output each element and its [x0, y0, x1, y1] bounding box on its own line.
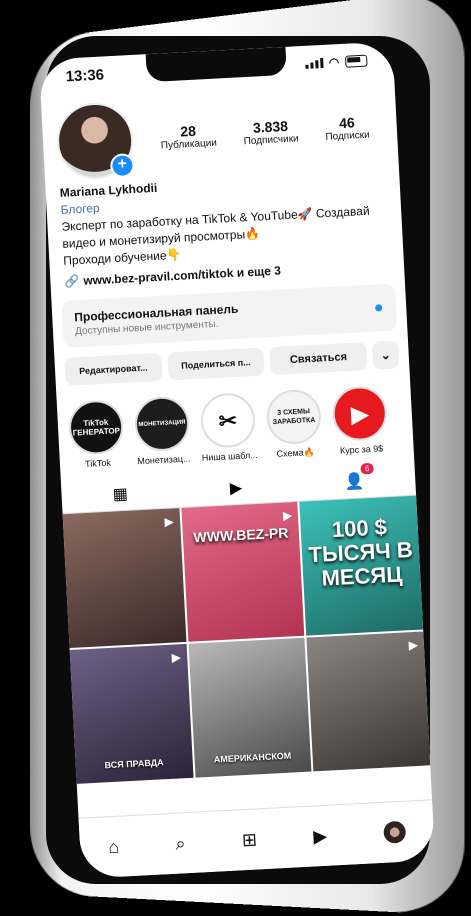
highlight-label: Схема🔥 [276, 446, 316, 459]
reel-icon: ▶ [282, 508, 293, 523]
post-thumbnail[interactable]: ▶ [62, 508, 187, 649]
post-thumbnail[interactable]: WWW.BEZ-PR ▶ [181, 501, 305, 642]
play-icon: ▶ [331, 385, 389, 442]
grid-tab-icon[interactable]: ▦ [112, 484, 128, 505]
stat-following-label: Подписки [325, 129, 370, 143]
post-thumbnail[interactable]: ▶ [306, 631, 431, 772]
highlight-course[interactable]: ▶ Курс за 9$ [330, 385, 390, 457]
signal-icon [304, 57, 324, 69]
share-profile-button[interactable]: Поделиться п... [166, 347, 265, 381]
home-icon[interactable]: ⌂ [108, 836, 120, 858]
stat-followers[interactable]: 3.838 Подписчики [243, 117, 299, 147]
chevron-down-icon[interactable]: ⌄ [372, 340, 400, 370]
post-overlay-text: WWW.BEZ-PR [193, 524, 289, 546]
post-overlay-text: 100 $ ТЫСЯЧ В МЕСЯЦ [307, 514, 414, 591]
highlight-cover: TikTok ГЕНЕРАТОР [67, 398, 125, 456]
bio: Mariana Lykhodii Блогер Эксперт по зараб… [45, 167, 404, 291]
avatar[interactable]: + [55, 101, 136, 181]
capcut-icon: ✂ [199, 392, 257, 449]
status-icons: ◠ [304, 54, 368, 71]
post-caption: ВСЯ ПРАВДА [104, 757, 164, 771]
profile-stats: 28 Публикации 3.838 Подписчики 46 Подпис… [146, 112, 383, 151]
highlight-label: Курс за 9$ [339, 443, 384, 456]
highlight-niche[interactable]: ✂ Ниша шабл... [199, 392, 259, 464]
post-thumbnail[interactable]: 100 $ ТЫСЯЧ В МЕСЯЦ [299, 495, 424, 636]
profile-avatar-icon[interactable] [382, 820, 406, 844]
create-post-icon[interactable]: ⊞ [241, 829, 257, 851]
wifi-icon: ◠ [328, 55, 340, 70]
screen: 13:36 ◠ + 28 Публикации 3.838 Подписчики [38, 41, 436, 879]
highlight-cover: 3 СХЕМЫ ЗАРАБОТКА [265, 388, 323, 446]
stat-followers-label: Подписчики [243, 132, 299, 147]
tagged-badge: 6 [360, 462, 374, 475]
edit-profile-button[interactable]: Редактироват... [64, 352, 163, 386]
post-thumbnail[interactable]: ВСЯ ПРАВДА ▶ [69, 643, 194, 784]
battery-icon [344, 54, 368, 68]
reel-icon: ▶ [171, 650, 182, 665]
highlight-monetization[interactable]: МОНЕТИЗАЦИЯ Монетизац... [133, 395, 193, 467]
search-icon[interactable]: ⌕ [175, 833, 186, 854]
add-story-icon[interactable]: + [109, 152, 136, 179]
reels-tab-icon[interactable]: ▶ [229, 478, 242, 499]
highlight-label: TikTok [84, 457, 112, 469]
tagged-tab-icon[interactable]: 👤 6 [344, 462, 374, 492]
reel-icon: ▶ [164, 514, 175, 529]
reels-icon[interactable]: ▶ [313, 825, 328, 847]
posts-grid: ▶ WWW.BEZ-PR ▶ 100 $ ТЫСЯЧ В МЕСЯЦ ВСЯ П… [62, 495, 431, 784]
contact-button[interactable]: Связаться [269, 342, 368, 376]
stat-posts[interactable]: 28 Публикации [160, 121, 218, 152]
reel-icon: ▶ [408, 637, 419, 653]
post-thumbnail[interactable]: АМЕРИКАНСКОМ [188, 637, 312, 778]
stat-following[interactable]: 46 Подписки [324, 113, 370, 143]
link-icon: 🔗 [64, 274, 80, 289]
highlight-tiktok[interactable]: TikTok ГЕНЕРАТОР TikTok [67, 398, 127, 471]
highlight-label: Ниша шабл... [201, 449, 259, 463]
status-time: 13:36 [65, 65, 105, 85]
post-caption: АМЕРИКАНСКОМ [213, 750, 292, 765]
phone: 13:36 ◠ + 28 Публикации 3.838 Подписчики [18, 0, 465, 916]
stat-posts-label: Публикации [160, 137, 218, 152]
highlight-label: Монетизац... [137, 453, 191, 467]
highlight-scheme[interactable]: 3 СХЕМЫ ЗАРАБОТКА Схема🔥 [264, 388, 324, 461]
highlight-cover: МОНЕТИЗАЦИЯ [133, 395, 191, 453]
